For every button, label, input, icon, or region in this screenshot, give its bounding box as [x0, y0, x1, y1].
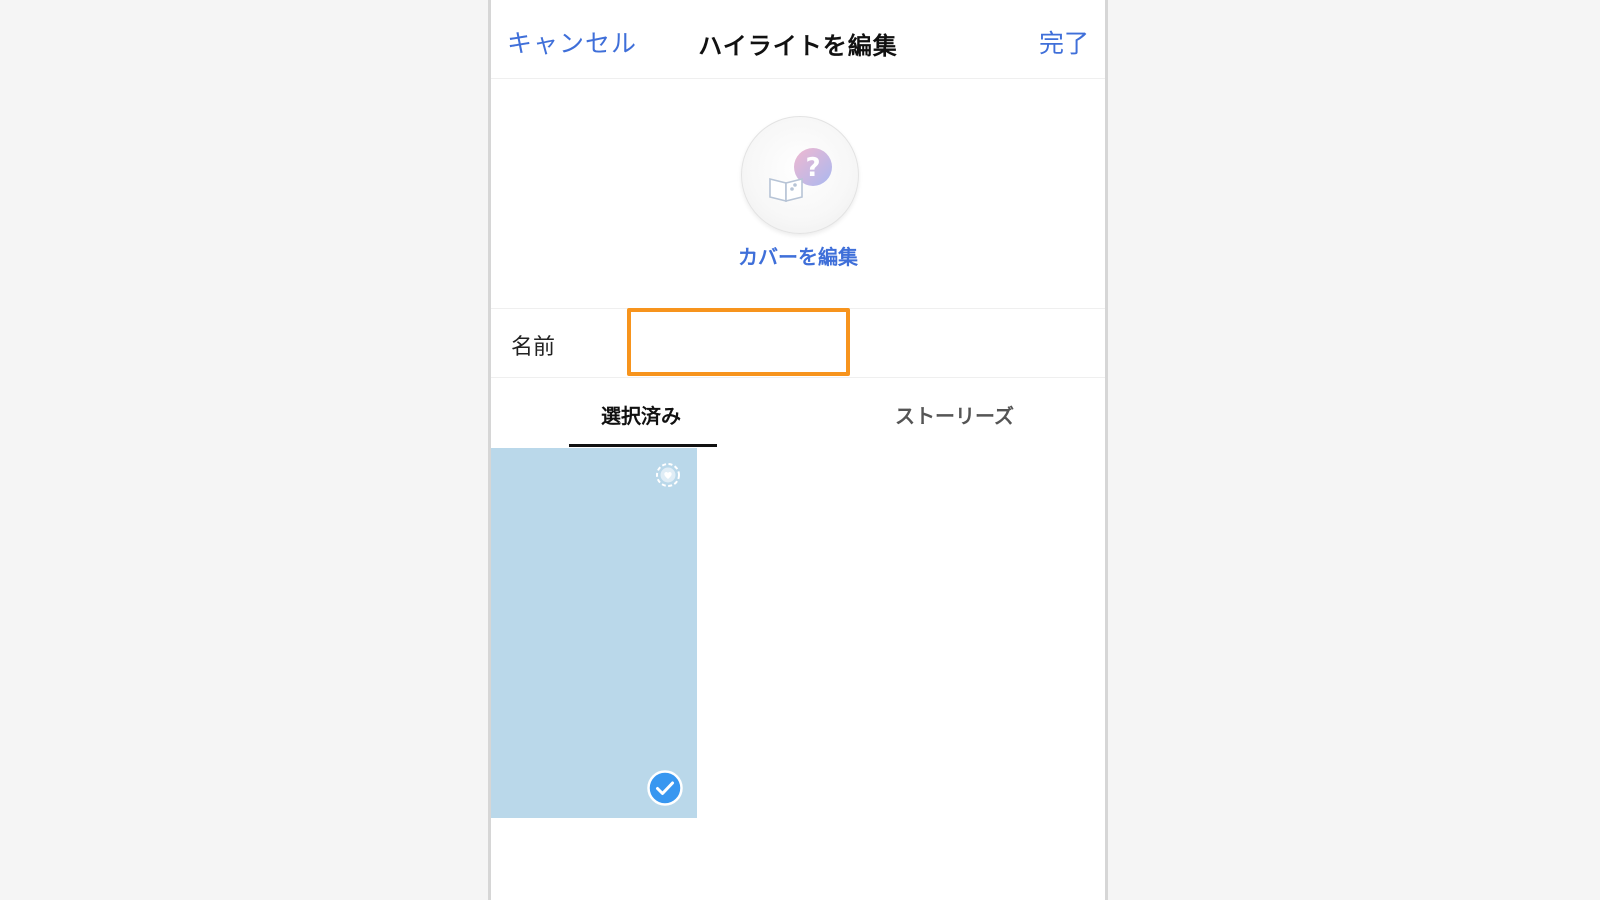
name-input[interactable]: [627, 308, 850, 376]
name-label: 名前: [511, 335, 556, 360]
cover-section: ? カバーを編集: [491, 79, 1105, 309]
done-button[interactable]: 完了: [1039, 24, 1089, 60]
cover-image[interactable]: ?: [741, 116, 859, 234]
tab-bar: 選択済み ストーリーズ: [491, 378, 1105, 448]
nav-header: キャンセル ハイライトを編集 完了: [491, 0, 1105, 79]
edit-cover-button[interactable]: カバーを編集: [491, 241, 1105, 270]
tab-selected[interactable]: 選択済み: [601, 400, 681, 429]
story-thumbnail[interactable]: [491, 448, 697, 818]
active-tab-indicator: [569, 444, 717, 447]
page-title: ハイライトを編集: [698, 32, 898, 60]
heart-icon: [656, 463, 680, 487]
name-row: 名前: [491, 308, 1105, 378]
tab-stories[interactable]: ストーリーズ: [895, 400, 1014, 429]
checkmark-icon[interactable]: [647, 770, 683, 806]
question-book-icon: ?: [769, 148, 832, 203]
svg-text:?: ?: [805, 153, 820, 183]
phone-screen: キャンセル ハイライトを編集 完了 ? カバーを編集 名前 選択済み ストーリー…: [488, 0, 1108, 900]
